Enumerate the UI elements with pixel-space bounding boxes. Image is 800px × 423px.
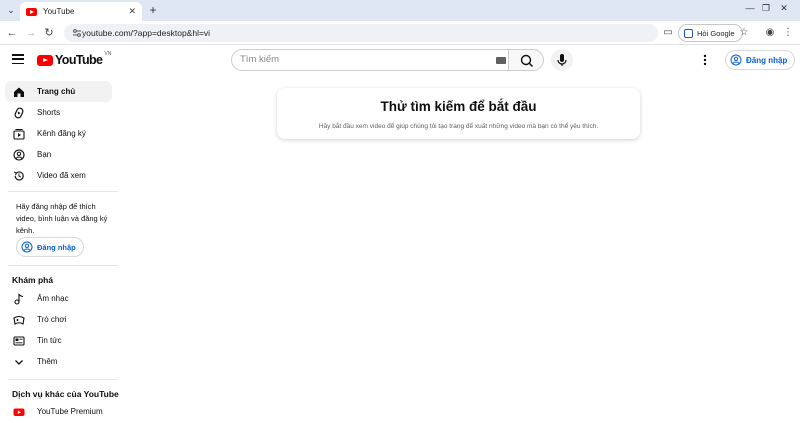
you-icon	[12, 148, 25, 161]
browser-tab[interactable]: YouTube ✕	[20, 2, 142, 21]
history-icon	[12, 169, 25, 182]
tab-title: YouTube	[43, 7, 75, 16]
sidebar-item-shorts[interactable]: Shorts	[5, 102, 112, 123]
chevron-down-icon	[12, 355, 25, 368]
sidebar-item-music[interactable]: Âm nhạc	[5, 288, 112, 309]
sidebar-item-label: Kênh đăng ký	[37, 129, 86, 138]
sidebar-divider	[8, 379, 118, 380]
account-circle-icon	[730, 54, 742, 66]
shorts-icon	[12, 106, 25, 119]
signin-button[interactable]: Đăng nhập	[725, 50, 796, 70]
guide-sidebar: Trang chủ Shorts Kênh đăng ký Bạn Video …	[0, 75, 120, 423]
sidebar-item-gaming[interactable]: Trò chơi	[5, 309, 112, 330]
sidebar-item-news[interactable]: Tin tức	[5, 330, 112, 351]
microphone-icon	[557, 54, 567, 66]
new-tab-button[interactable]: +	[146, 3, 160, 17]
explore-heading: Khám phá	[12, 275, 54, 285]
account-circle-icon	[21, 241, 33, 253]
youtube-premium-icon	[12, 405, 25, 418]
sidebar-item-label: Shorts	[37, 108, 61, 117]
tab-search-button[interactable]: ⌄	[4, 3, 18, 17]
sidebar-item-label: Trò chơi	[37, 315, 67, 324]
close-window-icon[interactable]: ✕	[776, 3, 792, 14]
subscriptions-icon	[12, 127, 25, 140]
browser-menu-icon[interactable]: ⋮	[780, 25, 796, 41]
home-icon	[12, 85, 25, 98]
browser-toolbar: ← → ↻ youtube.com/?app=desktop&hl=vi ▭ H…	[0, 21, 800, 45]
voice-search-button[interactable]	[551, 49, 573, 71]
minimize-icon[interactable]: —	[742, 3, 758, 13]
sidebar-item-history[interactable]: Video đã xem	[5, 165, 112, 186]
empty-feed-card: Thử tìm kiếm để bắt đầu Hãy bắt đầu xem …	[277, 88, 640, 139]
empty-feed-title: Thử tìm kiếm để bắt đầu	[380, 99, 537, 114]
reload-button[interactable]: ↻	[41, 25, 57, 41]
sidebar-signin-button[interactable]: Đăng nhập	[16, 237, 84, 257]
keyboard-icon[interactable]	[496, 57, 506, 64]
news-icon	[12, 334, 25, 347]
bookmark-star-icon[interactable]: ☆	[736, 25, 752, 41]
sidebar-item-you[interactable]: Bạn	[5, 144, 112, 165]
youtube-logo[interactable]: YouTube VN	[37, 51, 112, 67]
more-from-youtube-heading: Dịch vụ khác của YouTube	[12, 389, 119, 399]
sidebar-divider	[8, 191, 118, 192]
site-info-icon[interactable]	[72, 28, 82, 38]
music-icon	[12, 292, 25, 305]
search-box[interactable]	[231, 49, 508, 71]
signin-label: Đăng nhập	[746, 55, 788, 65]
back-button[interactable]: ←	[4, 25, 20, 41]
sidebar-item-more[interactable]: Thêm	[5, 351, 112, 372]
guide-menu-icon[interactable]	[12, 54, 24, 65]
browser-tab-strip: ⌄ YouTube ✕ + — ❐ ✕	[0, 0, 800, 21]
restore-icon[interactable]: ❐	[758, 3, 774, 14]
youtube-masthead: YouTube VN Đăng nhập	[0, 45, 800, 75]
sidebar-item-home[interactable]: Trang chủ	[5, 81, 112, 102]
search-input[interactable]	[240, 54, 470, 65]
ask-google-button[interactable]: Hỏi Google	[678, 24, 743, 42]
sidebar-item-label: Trang chủ	[37, 87, 76, 96]
forward-button[interactable]: →	[23, 25, 39, 41]
profile-icon[interactable]: ◉	[762, 25, 778, 41]
youtube-play-icon	[37, 54, 53, 66]
sidebar-item-label: Bạn	[37, 150, 52, 159]
cast-icon[interactable]: ▭	[660, 25, 676, 41]
url-text: youtube.com/?app=desktop&hl=vi	[82, 28, 211, 38]
search-button[interactable]	[508, 49, 544, 71]
address-bar[interactable]: youtube.com/?app=desktop&hl=vi	[64, 24, 658, 42]
country-code: VN	[104, 51, 112, 57]
sidebar-item-label: Tin tức	[37, 336, 62, 345]
sidebar-signin-label: Đăng nhập	[37, 242, 76, 252]
sidebar-item-label: Âm nhạc	[37, 294, 69, 303]
search-icon	[520, 54, 533, 67]
empty-feed-subtitle: Hãy bắt đầu xem video để giúp chúng tôi …	[318, 123, 599, 130]
sidebar-item-label: YouTube Premium	[37, 407, 103, 416]
more-vert-icon	[703, 54, 707, 66]
lens-icon	[684, 28, 693, 38]
sidebar-divider	[8, 265, 118, 266]
sidebar-item-subscriptions[interactable]: Kênh đăng ký	[5, 123, 112, 144]
sidebar-item-label: Thêm	[37, 357, 58, 366]
ask-google-label: Hỏi Google	[697, 28, 735, 38]
youtube-favicon-icon	[26, 7, 37, 16]
logo-text: YouTube	[55, 53, 103, 67]
sidebar-item-youtube-premium[interactable]: YouTube Premium	[5, 401, 112, 422]
signin-prompt-text: Hãy đăng nhập để thích video, bình luận …	[16, 202, 108, 235]
settings-more-button[interactable]	[698, 53, 712, 67]
sidebar-item-label: Video đã xem	[37, 171, 86, 180]
gaming-icon	[12, 313, 25, 326]
close-tab-icon[interactable]: ✕	[128, 6, 136, 17]
